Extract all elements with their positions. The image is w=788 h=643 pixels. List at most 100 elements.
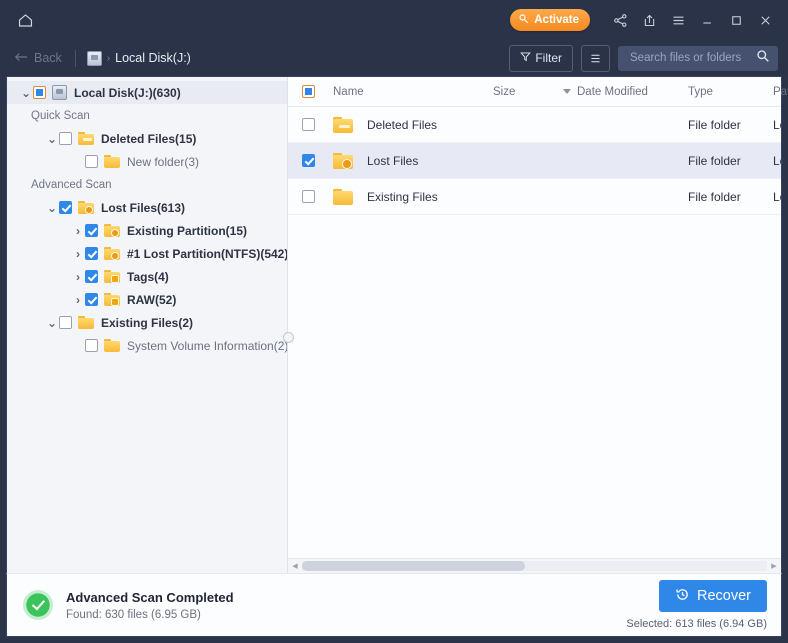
select-all-checkbox[interactable] xyxy=(302,85,315,98)
scrollbar-thumb[interactable] xyxy=(302,561,526,571)
home-icon[interactable] xyxy=(12,7,38,33)
file-rows-container[interactable]: Deleted Files File folder Loca Lost Files Fi… xyxy=(288,107,781,558)
column-header-date[interactable]: Date Modified xyxy=(563,86,688,98)
activate-label: Activate xyxy=(534,14,579,26)
recover-label: Recover xyxy=(697,588,751,604)
success-check-icon xyxy=(23,590,53,620)
tree-item-root[interactable]: ⌄ Local Disk(J:)(630) xyxy=(7,81,287,104)
search-field[interactable] xyxy=(628,51,756,65)
magnifier-icon[interactable] xyxy=(756,49,770,68)
activate-button[interactable]: Activate xyxy=(510,9,590,31)
search-input[interactable] xyxy=(618,45,778,71)
tree-checkbox[interactable] xyxy=(85,270,98,283)
content-area: ⌄ Local Disk(J:)(630) Quick Scan ⌄ Deleted F… xyxy=(6,76,788,573)
tree-item[interactable]: ›System Volume Information(2) xyxy=(7,334,287,357)
cell-type: File folder xyxy=(688,153,741,168)
close-icon[interactable] xyxy=(752,7,778,33)
column-header-size[interactable]: Size xyxy=(493,86,563,98)
file-list-panel: Name Size Date Modified Type Path Delete… xyxy=(288,77,788,573)
tree-item-label: #1 Lost Partition(NTFS)(542) xyxy=(127,246,287,261)
row-checkbox[interactable] xyxy=(302,118,315,131)
folder-tree[interactable]: ⌄ Local Disk(J:)(630) Quick Scan ⌄ Deleted F… xyxy=(7,77,287,573)
tree-item-label: Existing Partition(15) xyxy=(127,223,248,238)
chevron-right-icon[interactable]: › xyxy=(71,270,85,284)
recover-button[interactable]: Recover xyxy=(659,580,767,612)
back-button[interactable]: Back xyxy=(14,51,62,66)
lost-badge-icon xyxy=(85,206,93,214)
hamburger-icon[interactable] xyxy=(665,7,691,33)
column-header-date-label: Date Modified xyxy=(577,85,648,98)
tag-badge-icon xyxy=(111,275,119,283)
file-name-label: Lost Files xyxy=(367,153,419,168)
chevron-down-icon[interactable]: ⌄ xyxy=(45,316,59,330)
back-label: Back xyxy=(34,51,62,65)
tree-item-label: New folder(3) xyxy=(127,154,200,169)
tree-item[interactable]: ⌄ Deleted Files(15) xyxy=(7,127,287,150)
minimize-icon[interactable] xyxy=(694,7,720,33)
tag-badge-icon xyxy=(111,298,119,306)
cell-type: File folder xyxy=(688,117,741,132)
tree-item[interactable]: ⌄ Lost Files(613) xyxy=(7,196,287,219)
tree-checkbox[interactable] xyxy=(85,293,98,306)
chevron-down-icon[interactable]: ⌄ xyxy=(45,201,59,215)
restore-clock-icon xyxy=(675,587,690,606)
row-checkbox[interactable] xyxy=(302,190,315,203)
share-icon[interactable] xyxy=(607,7,633,33)
tree-checkbox[interactable] xyxy=(85,247,98,260)
hard-disk-icon xyxy=(52,85,67,100)
table-row[interactable]: Lost Files File folder Loca xyxy=(288,143,781,179)
scroll-right-icon[interactable]: ▶ xyxy=(767,562,781,570)
maximize-icon[interactable] xyxy=(723,7,749,33)
filter-button[interactable]: Filter xyxy=(509,44,573,72)
chevron-right-icon[interactable]: › xyxy=(71,224,85,238)
column-header-type[interactable]: Type xyxy=(688,86,773,98)
scrollbar-track[interactable] xyxy=(302,561,767,571)
folder-icon xyxy=(104,155,120,168)
cell-name: Deleted Files xyxy=(288,116,493,133)
tree-checkbox[interactable] xyxy=(85,339,98,352)
deleted-badge-icon xyxy=(83,138,92,141)
tree-item-label: RAW(52) xyxy=(127,292,177,307)
cell-name: Lost Files xyxy=(288,152,493,169)
tree-checkbox[interactable] xyxy=(59,316,72,329)
tree-item[interactable]: › #1 Lost Partition(NTFS)(542) xyxy=(7,242,287,265)
tree-checkbox[interactable] xyxy=(85,155,98,168)
tree-item[interactable]: ⌄ Existing Files(2) xyxy=(7,311,287,334)
tree-item-label: System Volume Information(2) xyxy=(127,338,287,353)
column-header-name[interactable]: Name xyxy=(288,85,493,98)
tree-item[interactable]: ›New folder(3) xyxy=(7,150,287,173)
table-row[interactable]: Deleted Files File folder Loca xyxy=(288,107,781,143)
file-name-label: Deleted Files xyxy=(367,117,438,132)
app-window: Activate Back › Local Disk(J:) Filter Se… xyxy=(0,0,788,643)
row-checkbox[interactable] xyxy=(302,154,315,167)
chevron-down-icon[interactable]: ⌄ xyxy=(45,132,59,146)
tree-checkbox[interactable] xyxy=(59,201,72,214)
funnel-icon xyxy=(520,51,532,65)
tree-item[interactable]: › RAW(52) xyxy=(7,288,287,311)
upload-icon[interactable] xyxy=(636,7,662,33)
list-view-icon[interactable] xyxy=(581,44,610,72)
tree-checkbox[interactable] xyxy=(59,132,72,145)
tree-item-label: Lost Files(613) xyxy=(101,200,186,215)
scroll-left-icon[interactable]: ◀ xyxy=(288,562,302,570)
chevron-down-icon[interactable]: ⌄ xyxy=(19,86,33,100)
tree-item-label: Tags(4) xyxy=(127,269,169,284)
tree-section-0: Quick Scan xyxy=(31,109,90,122)
tree-item[interactable]: › Tags(4) xyxy=(7,265,287,288)
column-header-path[interactable]: Path xyxy=(773,86,788,98)
chevron-right-icon[interactable]: › xyxy=(71,247,85,261)
breadcrumb[interactable]: › Local Disk(J:) xyxy=(86,50,191,66)
tree-checkbox[interactable] xyxy=(85,224,98,237)
folder-icon xyxy=(333,188,353,205)
tree-checkbox-root[interactable] xyxy=(33,86,46,99)
chevron-right-icon[interactable]: › xyxy=(71,293,85,307)
status-text-group: Advanced Scan Completed Found: 630 files… xyxy=(66,590,234,621)
table-row[interactable]: Existing Files File folder Loca xyxy=(288,179,781,215)
folder-tag-icon xyxy=(104,270,120,283)
file-name-label: Existing Files xyxy=(367,189,438,204)
horizontal-scrollbar[interactable]: ◀ ▶ xyxy=(288,558,781,573)
title-bar: Activate xyxy=(0,0,788,40)
breadcrumb-separator: › xyxy=(106,52,111,64)
tree-item[interactable]: › Existing Partition(15) xyxy=(7,219,287,242)
toolbar-divider xyxy=(74,49,76,67)
